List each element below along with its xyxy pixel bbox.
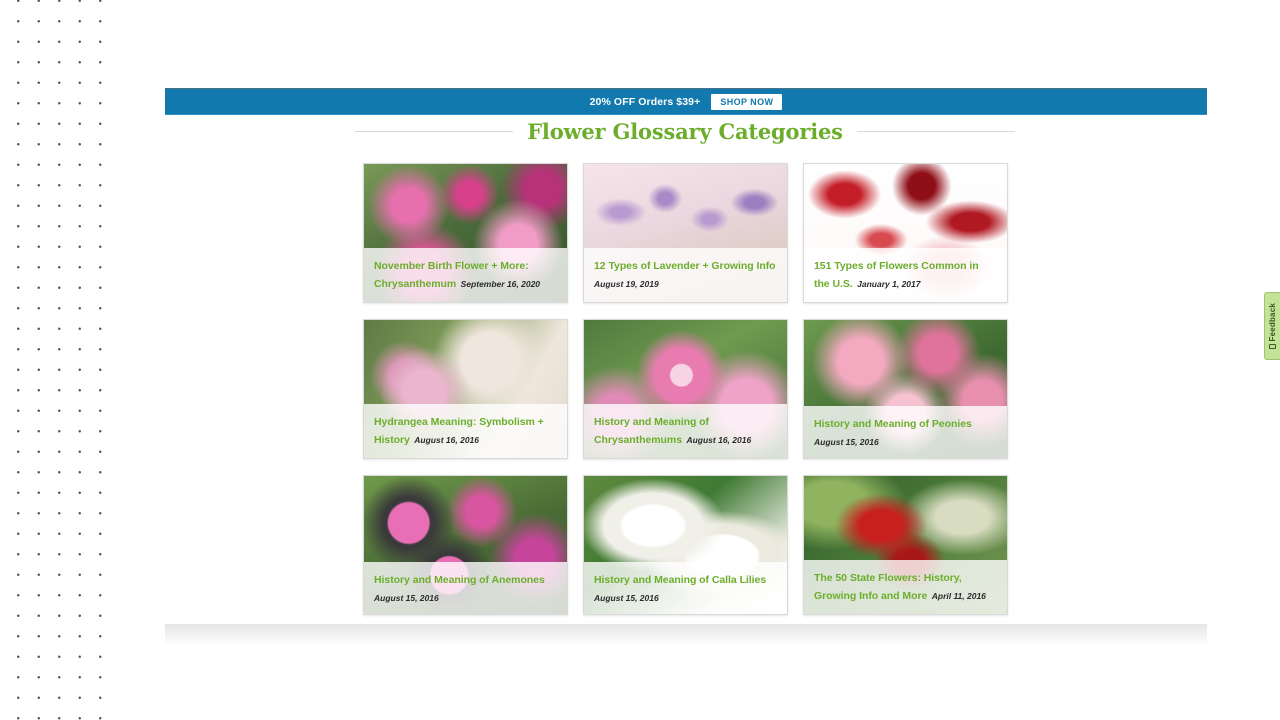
card-caption: History and Meaning of Anemones August 1…: [364, 562, 567, 614]
heading-rule-right: [856, 130, 1015, 132]
category-card[interactable]: The 50 State Flowers: History, Growing I…: [803, 475, 1008, 615]
card-title: History and Meaning of Peonies: [814, 418, 972, 430]
shop-now-button[interactable]: SHOP NOW: [711, 93, 783, 110]
heading-rule-left: [355, 130, 514, 132]
card-caption: History and Meaning of Peonies August 15…: [804, 406, 1007, 458]
page-viewport: 20% OFF Orders $39+ SHOP NOW Flower Glos…: [0, 0, 1280, 720]
section-heading: Flower Glossary Categories: [355, 118, 1015, 144]
dotted-background-pattern: [0, 0, 104, 720]
category-card-grid: November Birth Flower + More: Chrysanthe…: [363, 163, 1008, 615]
feedback-tab[interactable]: Feedback: [1264, 292, 1280, 360]
card-caption: History and Meaning of Calla Lilies Augu…: [584, 562, 787, 614]
promo-text: 20% OFF Orders $39+: [589, 95, 701, 108]
category-card[interactable]: History and Meaning of Chrysanthemums Au…: [583, 319, 788, 459]
card-title: History and Meaning of Calla Lilies: [594, 574, 767, 586]
card-caption: 12 Types of Lavender + Growing Info Augu…: [584, 248, 787, 302]
card-date: August 15, 2016: [374, 593, 439, 603]
category-card[interactable]: November Birth Flower + More: Chrysanthe…: [363, 163, 568, 303]
page-title: Flower Glossary Categories: [527, 118, 843, 144]
promo-banner: 20% OFF Orders $39+ SHOP NOW: [165, 88, 1207, 115]
card-date: August 16, 2016: [686, 435, 752, 445]
category-card[interactable]: History and Meaning of Calla Lilies Augu…: [583, 475, 788, 615]
card-caption: History and Meaning of Chrysanthemums Au…: [584, 404, 787, 458]
category-card[interactable]: History and Meaning of Peonies August 15…: [803, 319, 1008, 459]
category-card[interactable]: 151 Types of Flowers Common in the U.S. …: [803, 163, 1008, 303]
card-date: August 19, 2019: [594, 279, 659, 289]
card-date: August 15, 2016: [594, 593, 659, 603]
card-title: History and Meaning of Anemones: [374, 574, 545, 586]
card-caption: November Birth Flower + More: Chrysanthe…: [364, 248, 567, 302]
feedback-label: Feedback: [1267, 302, 1277, 342]
category-card[interactable]: History and Meaning of Anemones August 1…: [363, 475, 568, 615]
card-date: August 15, 2016: [814, 437, 879, 447]
category-card[interactable]: Hydrangea Meaning: Symbolism + History A…: [363, 319, 568, 459]
card-date: August 16, 2016: [414, 435, 480, 445]
card-date: September 16, 2020: [460, 279, 541, 289]
card-title: 12 Types of Lavender + Growing Info: [594, 260, 776, 272]
category-card[interactable]: 12 Types of Lavender + Growing Info Augu…: [583, 163, 788, 303]
card-caption: Hydrangea Meaning: Symbolism + History A…: [364, 404, 567, 458]
card-date: January 1, 2017: [857, 279, 921, 289]
speech-bubble-icon: [1269, 344, 1276, 350]
card-caption: The 50 State Flowers: History, Growing I…: [804, 560, 1007, 614]
card-caption: 151 Types of Flowers Common in the U.S. …: [804, 248, 1007, 302]
card-date: April 11, 2016: [931, 591, 986, 601]
